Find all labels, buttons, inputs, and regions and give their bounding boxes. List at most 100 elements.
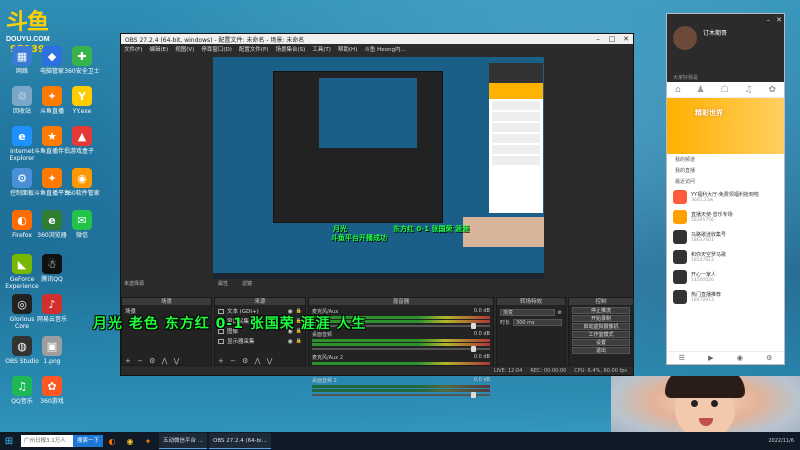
desktop-icon[interactable]: Y YY.exe <box>64 86 100 115</box>
status-item: LIVE: 12:04 <box>493 367 523 374</box>
app-icon: ✿ <box>42 376 62 396</box>
volume-slider[interactable] <box>312 392 490 398</box>
obs-preview[interactable]: 斗鱼平台开播成功 月光 东方红 0-1 张国荣 涯涯 <box>213 57 544 279</box>
bottom-bar-icon[interactable]: ◉ <box>737 354 743 362</box>
app-title: 直播天使·音乐专场 <box>691 211 733 218</box>
preview-webcam <box>463 217 544 247</box>
app-list-item[interactable]: 热门直播推荐 18470913 <box>667 287 784 307</box>
bottom-bar-icon[interactable]: ⚙ <box>766 354 772 362</box>
app-icon: ◉ <box>72 168 92 188</box>
desktop-icon-label: 1.png <box>43 358 61 365</box>
control-button[interactable]: 工作室模式 <box>572 331 630 338</box>
menu-item[interactable]: 文件(F) <box>124 45 142 53</box>
level-meter <box>312 339 490 342</box>
desktop-icon-label: 360软件管家 <box>64 190 100 197</box>
app-subtitle: 56195756 <box>691 217 714 223</box>
side-menu-item[interactable]: 最近访问 <box>667 176 784 187</box>
yy-banner[interactable]: 精彩世界 <box>667 98 784 154</box>
app-list-item[interactable]: 马路歌迷收集号 18637601 <box>667 227 784 247</box>
nested-obs-preview <box>273 71 443 223</box>
app-list-item[interactable]: 和你天空罗马歌 18547813 <box>667 247 784 267</box>
slider-knob[interactable] <box>471 323 476 329</box>
desktop-icon[interactable]: ☃ 腾讯QQ <box>34 254 70 283</box>
desktop-icon[interactable]: ▣ 1.png <box>34 336 70 365</box>
taskbar-search-button[interactable]: 搜索一下 <box>73 435 104 447</box>
sources-toolbar[interactable]: + − ⚙ ⋀ ⋁ <box>218 357 274 365</box>
desktop-icon[interactable]: ♪ 网易云音乐 <box>34 294 70 323</box>
side-tab-icon[interactable]: ♫ <box>744 85 752 95</box>
source-item[interactable]: 显示器采集 ◉ 🔒 <box>215 336 305 346</box>
menu-item[interactable]: 场景集合(S) <box>275 45 305 53</box>
menu-item[interactable]: 编辑(E) <box>149 45 168 53</box>
app-icon: ♲ <box>12 86 32 106</box>
side-menu-item[interactable]: 我的直播 <box>667 165 784 176</box>
control-button[interactable]: 开始录制 <box>572 315 630 322</box>
firefox-icon[interactable]: ◐ <box>103 437 121 446</box>
maximize-icon[interactable]: □ <box>605 35 619 43</box>
transitions-title: 转场特效 <box>497 298 565 306</box>
transitions-dock: 转场特效 渐变 ⚙ 时长 300 ms <box>496 297 566 367</box>
taskbar-app[interactable]: 五动微信平台 ... <box>159 433 208 449</box>
app-icon: ⚙ <box>12 168 32 188</box>
control-button[interactable]: 停止推流 <box>572 307 630 314</box>
douyu-icon[interactable]: ✦ <box>139 437 157 446</box>
side-tab-icon[interactable]: ☖ <box>721 85 729 95</box>
close-icon[interactable]: ✕ <box>619 35 633 43</box>
app-text: 直播天使·音乐专场 56195756 <box>691 212 733 223</box>
app-icon <box>673 250 687 264</box>
minimize-icon[interactable]: – <box>591 35 605 43</box>
app-icon: ☃ <box>42 254 62 274</box>
start-button[interactable]: ⊞ <box>0 436 18 447</box>
transition-select[interactable]: 渐变 <box>500 309 555 316</box>
status-text[interactable]: 大家好我是 <box>673 74 698 81</box>
slider-knob[interactable] <box>471 392 476 398</box>
yy-side-panel[interactable]: – ✕ 订木期哥 大家好我是 ⌂ ♟ ☖ ♫ ✿ 精彩世界 我的频道 我的直播 最近访问 Y… <box>666 13 785 365</box>
menu-item[interactable]: 斗鱼 Heong内... <box>364 45 405 53</box>
side-menu-item[interactable]: 我的频道 <box>667 154 784 165</box>
side-tab-icon[interactable]: ✿ <box>768 85 776 95</box>
control-button[interactable]: 设置 <box>572 339 630 346</box>
slider-knob[interactable] <box>471 346 476 352</box>
chrome-icon[interactable]: ◉ <box>121 437 139 446</box>
app-icon: e <box>42 210 62 230</box>
menu-item[interactable]: 视图(V) <box>175 45 194 53</box>
gear-icon[interactable]: ⚙ <box>558 310 562 316</box>
mixer-channel-header: 桌面音频 2 0.0 dB <box>312 377 490 384</box>
menu-item[interactable]: 配置文件(P) <box>239 45 269 53</box>
obs-titlebar[interactable]: OBS 27.2.4 (64-bit, windows) - 配置文件: 未命名… <box>121 34 633 44</box>
scenes-toolbar[interactable]: + − ⚙ ⋀ ⋁ <box>125 357 181 365</box>
douyu-logo: 斗鱼 DOUYU.COM <box>6 4 60 43</box>
bottom-bar-icon[interactable]: ☰ <box>679 354 685 362</box>
bottom-bar-icon[interactable]: ▶ <box>708 354 713 362</box>
level-meter <box>312 389 490 392</box>
desktop-icon[interactable]: ◉ 360软件管家 <box>64 168 100 197</box>
app-list-item[interactable]: YY福利大厅-免费领福利抢到啦 3601,23w <box>667 187 784 207</box>
menu-item[interactable]: 工具(T) <box>312 45 331 53</box>
channel-db: 0.0 dB <box>473 377 490 383</box>
minimize-icon[interactable]: – <box>767 16 771 24</box>
app-list-item[interactable]: 直播天使·音乐专场 56195756 <box>667 207 784 227</box>
side-tab-icon[interactable]: ♟ <box>697 85 705 95</box>
avatar[interactable] <box>673 26 697 50</box>
status-item: CPU: 6.4%, 60.00 fps <box>574 367 627 374</box>
taskbar-app[interactable]: OBS 27.2.4 (64-bi... <box>209 433 271 449</box>
duration-input[interactable]: 300 ms <box>513 319 562 326</box>
desktop-icon[interactable]: ✿ 360游戏 <box>34 376 70 405</box>
volume-slider[interactable] <box>312 346 490 352</box>
desktop-icon[interactable]: ✚ 360安全卫士 <box>64 46 100 75</box>
menu-item[interactable]: 帮助(H) <box>338 45 357 53</box>
lock-icon[interactable]: 🔒 <box>296 338 302 344</box>
menu-item[interactable]: 停靠窗口(D) <box>201 45 232 53</box>
level-meter <box>312 385 490 388</box>
control-button[interactable]: 退出 <box>572 347 630 354</box>
app-list-item[interactable]: 开心一家人 14500026 <box>667 267 784 287</box>
desktop-icon[interactable]: ✉ 微信 <box>64 210 100 239</box>
close-icon[interactable]: ✕ <box>776 16 782 24</box>
side-tab-icon[interactable]: ⌂ <box>675 85 681 95</box>
app-title: 和你天空罗马歌 <box>691 251 727 258</box>
desktop-icon[interactable]: ▲ 游戏盒子 <box>64 126 100 155</box>
eye-icon[interactable]: ◉ <box>288 338 293 345</box>
control-button[interactable]: 启动虚拟摄像机 <box>572 323 630 330</box>
mixer-channel: 桌面音频 2 0.0 dB <box>312 377 490 398</box>
taskbar-search[interactable]: 广州日报3.1万人 <box>21 435 73 447</box>
